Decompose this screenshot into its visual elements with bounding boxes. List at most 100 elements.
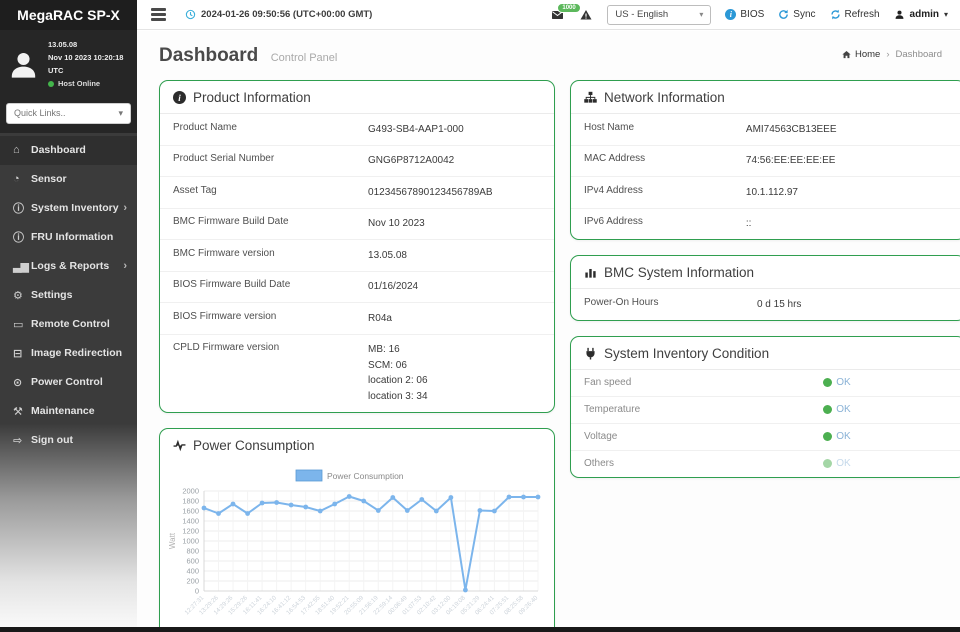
user-icon [894,9,905,20]
svg-text:400: 400 [186,566,199,575]
language-select[interactable]: US - English ▾ [607,5,711,25]
sitemap-icon [584,91,597,104]
sidebar-item-dashboard[interactable]: ⌂Dashboard [0,136,137,165]
breadcrumb-current: Dashboard [896,49,942,60]
sidebar-item-maintenance[interactable]: ⚒Maintenance [0,397,137,426]
topbar: 2024-01-26 09:50:56 (UTC+00:00 GMT) 1000… [137,0,960,30]
sidebar-item-label: Maintenance [31,405,95,417]
panel-title: Product Information [193,90,311,105]
status-cell: OK [823,377,952,388]
brand-title: MegaRAC SP-X [0,0,137,30]
svg-text:1400: 1400 [182,516,199,525]
row-label: Product Serial Number [173,153,368,164]
breadcrumb-home-link[interactable]: Home [842,49,880,60]
alerts-button[interactable] [579,9,593,21]
plug-icon [584,347,597,360]
refresh-button[interactable]: Refresh [830,9,880,20]
gear-icon: ⚙ [13,289,31,302]
sidebar-item-label: Logs & Reports [31,260,109,272]
clock-icon [185,9,196,20]
power-consumption-panel: Power Consumption Power Consumption02004… [159,428,555,628]
table-row: VoltageOK [571,423,960,450]
sidebar-item-sign-out[interactable]: ⇨Sign out [0,426,137,455]
user-avatar-icon [7,48,40,81]
sidebar-item-remote-control[interactable]: ▭Remote Control [0,310,137,339]
language-value: US - English [615,9,668,20]
row-label: Others [584,458,823,469]
sidebar-item-image-redirection[interactable]: ⊟Image Redirection [0,339,137,368]
firmware-version: 13.05.08 [48,38,130,51]
quick-links-placeholder: Quick Links.. [14,108,66,118]
table-row: IPv6 Address:: [571,208,960,240]
sidebar-item-fru-information[interactable]: ⓘFRU Information [0,223,137,252]
sidebar-item-power-control[interactable]: ⊙Power Control [0,368,137,397]
drive-icon: ⊟ [13,347,31,360]
row-label: IPv4 Address [584,185,746,196]
table-row: IPv4 Address10.1.112.97 [571,176,960,208]
sidebar-item-label: Settings [31,289,72,301]
row-label: Host Name [584,122,746,133]
sidebar-item-sensor[interactable]: ◔Sensor [0,165,137,194]
host-status-label: Host Online [58,77,100,90]
table-row: TemperatureOK [571,396,960,423]
caret-down-icon: ▾ [699,10,703,19]
sync-button[interactable]: Sync [778,9,815,20]
row-value: G493-SB4-AAP1-000 [368,122,541,138]
svg-text:2000: 2000 [182,486,199,495]
home-icon [842,50,851,59]
sidebar-item-settings[interactable]: ⚙Settings [0,281,137,310]
breadcrumb-separator: › [886,49,889,60]
breadcrumb: Home › Dashboard [842,49,942,60]
sidebar-item-label: Sensor [31,173,67,185]
current-datetime: 2024-01-26 09:50:56 (UTC+00:00 GMT) [201,9,372,20]
chevron-right-icon: › [123,260,127,272]
sidebar-item-logs-reports[interactable]: ▃▆Logs & Reports› [0,252,137,281]
power-icon: ⊙ [13,376,31,389]
panel-title: Power Consumption [193,438,315,453]
info-circle-icon: i [725,9,736,20]
row-label: BIOS Firmware Build Date [173,279,368,290]
page-title: Dashboard [159,45,258,66]
sidebar-item-label: System Inventory [31,202,119,214]
status-cell: OK [823,404,952,415]
row-label: IPv6 Address [584,216,746,227]
table-row: Asset Tag01234567890123456789AB [160,176,554,208]
table-row: BMC Firmware version13.05.08 [160,239,554,271]
wrench-icon: ⚒ [13,405,31,418]
panel-title: BMC System Information [604,265,754,280]
row-value: 0 d 15 hrs [757,297,952,313]
svg-text:1000: 1000 [182,536,199,545]
sidebar-menu: ⌂Dashboard◔SensorⓘSystem Inventory›ⓘFRU … [0,133,137,455]
row-label: Voltage [584,431,823,442]
bios-button[interactable]: i BIOS [725,9,764,20]
status-ok-label: OK [836,377,850,388]
row-value: GNG6P8712A0042 [368,153,541,169]
sidebar-item-system-inventory[interactable]: ⓘSystem Inventory› [0,194,137,223]
row-label: CPLD Firmware version [173,342,368,353]
sidebar-item-label: FRU Information [31,231,113,243]
table-row: BMC Firmware Build DateNov 10 2023 [160,208,554,240]
power-consumption-chart: Power Consumption02004006008001000120014… [160,461,554,628]
power-consumption-chart-svg: Power Consumption02004006008001000120014… [164,465,548,628]
quick-links-select[interactable]: Quick Links.. ▾ [6,103,131,124]
row-value: 13.05.08 [368,248,541,264]
sidebar-item-label: Sign out [31,434,73,446]
host-status-dot [48,81,54,87]
user-menu[interactable]: admin ▾ [894,9,948,20]
messages-button[interactable]: 1000 [550,9,565,21]
status-ok-dot [823,459,832,468]
menu-toggle-icon[interactable] [149,5,168,24]
row-label: Product Name [173,122,368,133]
refresh-icon [830,9,841,20]
row-value: :: [746,216,952,232]
table-row: OthersOK [571,450,960,477]
sidebar-item-label: Dashboard [31,144,86,156]
bar-chart-icon [584,266,597,279]
firmware-build-date: Nov 10 2023 10:20:18 UTC [48,51,130,77]
svg-text:800: 800 [186,546,199,555]
monitor-icon: ▭ [13,318,31,331]
panel-title: Network Information [604,90,725,105]
row-label: MAC Address [584,153,746,164]
row-label: BIOS Firmware version [173,311,368,322]
status-ok-dot [823,405,832,414]
